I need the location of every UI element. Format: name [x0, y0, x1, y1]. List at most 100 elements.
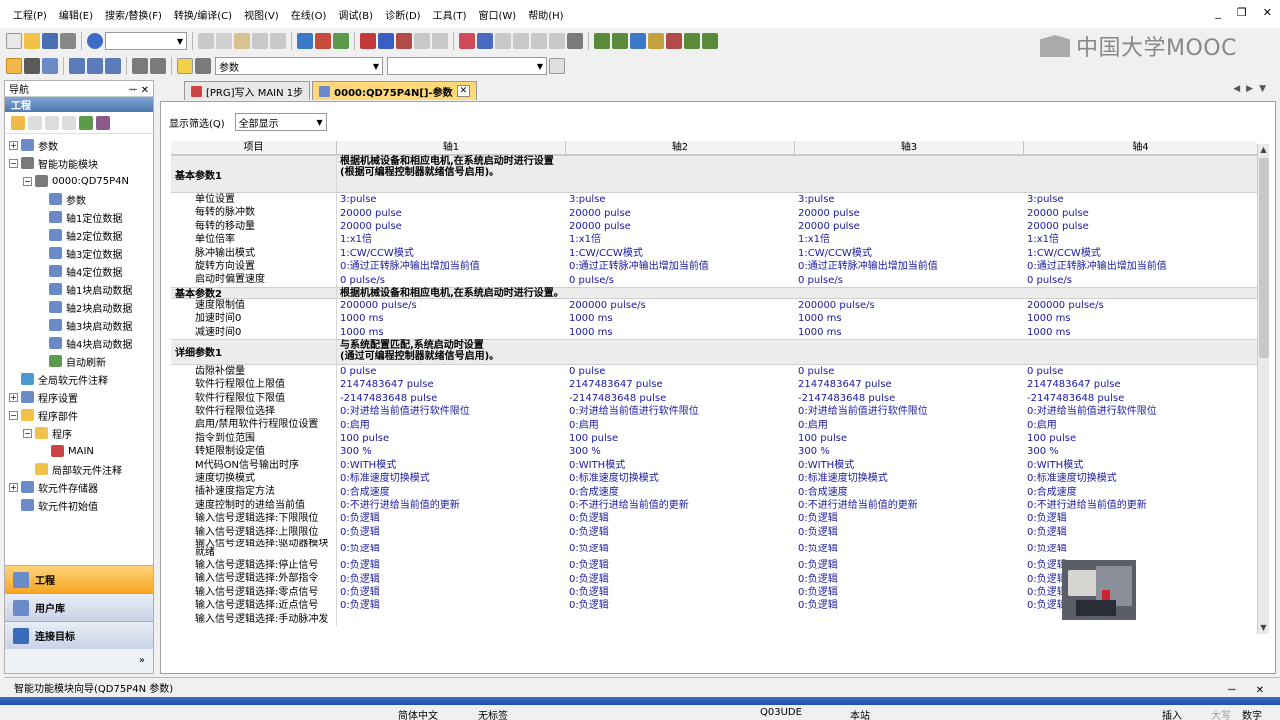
refresh-icon[interactable]: [79, 115, 93, 130]
axis4-value[interactable]: 0:负逻辑: [1024, 526, 1257, 539]
pin-close-icons[interactable]: ᅲ ✕: [128, 81, 149, 96]
axis3-value[interactable]: 20000 pulse: [795, 207, 1024, 220]
parameter-row[interactable]: 软件行程限位上限值 2147483647 pulse 2147483647 puls…: [171, 378, 1257, 392]
collapse-icon[interactable]: −: [9, 158, 18, 168]
menu-window[interactable]: 窗口(W): [474, 4, 522, 25]
axis2-value[interactable]: 0:负逻辑: [566, 586, 795, 599]
filter-select[interactable]: 全部显示 ▼: [234, 113, 327, 131]
open-icon[interactable]: [24, 33, 40, 49]
tree-item-main[interactable]: MAIN: [5, 442, 153, 460]
axis1-value[interactable]: 0:负逻辑: [337, 599, 566, 612]
axis3-value[interactable]: 1:CW/CCW模式: [795, 247, 1024, 260]
axis4-value[interactable]: 0:通过正转脉冲输出增加当前值: [1024, 260, 1257, 273]
axis1-value[interactable]: 1:x1倍: [337, 233, 566, 246]
axis1-value[interactable]: 200000 pulse/s: [337, 299, 566, 312]
axis4-value[interactable]: 0:负逻辑: [1024, 559, 1257, 572]
axis1-value[interactable]: 2147483647 pulse: [337, 378, 566, 391]
menu-view[interactable]: 视图(V): [239, 4, 284, 25]
axis3-value[interactable]: 3:pulse: [795, 193, 1024, 206]
parameter-row[interactable]: 转矩限制设定值 300 % 300 % 300 % 300 %: [171, 445, 1257, 459]
axis3-value[interactable]: 0:负逻辑: [795, 512, 1024, 525]
write-plc-icon[interactable]: [360, 33, 376, 49]
tree-item-device-memory[interactable]: + 软元件存储器: [5, 478, 153, 496]
axis3-value[interactable]: 20000 pulse: [795, 220, 1024, 233]
navigation-icon[interactable]: [6, 58, 22, 74]
parameter-row[interactable]: 脉冲输出模式 1:CW/CCW模式 1:CW/CCW模式 1:CW/CCW模式 1:CW…: [171, 246, 1257, 260]
axis2-value[interactable]: 1000 ms: [566, 312, 795, 325]
scroll-thumb[interactable]: [1259, 158, 1269, 358]
sort-icon[interactable]: [96, 115, 110, 130]
axis1-value[interactable]: 0:负逻辑: [337, 586, 566, 599]
find-icon[interactable]: [132, 58, 148, 74]
contact-icon[interactable]: [594, 33, 610, 49]
section-row[interactable]: 基本参数1 根据机械设备和相应电机,在系统启动时进行设置 (根据可编程控制器就绪信…: [171, 155, 1257, 193]
axis3-value[interactable]: 0:合成速度: [795, 486, 1024, 499]
axis2-value[interactable]: 0:标准速度切换模式: [566, 472, 795, 485]
collapse-icon[interactable]: −: [9, 410, 18, 420]
axis4-value[interactable]: 300 %: [1024, 445, 1257, 458]
axis2-value[interactable]: 0:负逻辑: [566, 544, 795, 553]
axis1-value[interactable]: 20000 pulse: [337, 207, 566, 220]
parameter-row[interactable]: 单位倍率 1:x1倍 1:x1倍 1:x1倍 1:x1倍: [171, 233, 1257, 247]
scroll-down-icon[interactable]: ▼: [1258, 622, 1269, 634]
sub-combo[interactable]: ▼: [387, 57, 547, 75]
tree-item-global-comment[interactable]: 全局软元件注释: [5, 370, 153, 388]
axis4-value[interactable]: 0:负逻辑: [1024, 573, 1257, 586]
axis1-value[interactable]: 300 %: [337, 445, 566, 458]
tree-item-axis4-positioning[interactable]: 轴4定位数据: [5, 262, 153, 280]
expand-more-icon[interactable]: »: [5, 649, 153, 673]
undo-icon[interactable]: [252, 33, 268, 49]
axis3-value[interactable]: 100 pulse: [795, 432, 1024, 445]
axis4-value[interactable]: 0:WITH模式: [1024, 459, 1257, 472]
axis4-value[interactable]: 0 pulse/s: [1024, 274, 1257, 287]
section-row[interactable]: 详细参数1 与系统配置匹配,系统启动时设置 (通过可编程控制器就绪信号启用)。: [171, 338, 1257, 365]
parameter-row[interactable]: 启动时偏置速度 0 pulse/s 0 pulse/s 0 pulse/s 0 puls…: [171, 273, 1257, 287]
axis2-value[interactable]: 1:CW/CCW模式: [566, 247, 795, 260]
axis1-value[interactable]: 1:CW/CCW模式: [337, 247, 566, 260]
axis2-value[interactable]: 0:负逻辑: [566, 573, 795, 586]
paste-icon[interactable]: [234, 33, 250, 49]
parameter-row[interactable]: 每转的移动量 20000 pulse 20000 pulse 20000 pulse 2…: [171, 219, 1257, 234]
tree-item-device-init[interactable]: 软元件初始值: [5, 496, 153, 514]
tree-item-auto-refresh[interactable]: 自动刷新: [5, 352, 153, 370]
axis4-value[interactable]: 0:标准速度切换模式: [1024, 472, 1257, 485]
axis1-value[interactable]: -2147483648 pulse: [337, 392, 566, 405]
axis1-value[interactable]: 0:通过正转脉冲输出增加当前值: [337, 260, 566, 273]
axis1-value[interactable]: 0 pulse/s: [337, 274, 566, 287]
tree-item-axis2-block-start[interactable]: 轴2块启动数据: [5, 298, 153, 316]
axis2-value[interactable]: 1000 ms: [566, 326, 795, 339]
axis4-value[interactable]: 100 pulse: [1024, 432, 1257, 445]
axis4-value[interactable]: 0 pulse: [1024, 365, 1257, 378]
tab-qd75-parameter[interactable]: 0000:QD75P4N[]-参数 ✕: [312, 81, 478, 100]
tree-item-axis4-block-start[interactable]: 轴4块启动数据: [5, 334, 153, 352]
parameter-row[interactable]: 每转的脉冲数 20000 pulse 20000 pulse 20000 pulse 2…: [171, 206, 1257, 220]
axis4-value[interactable]: 0:启用: [1024, 419, 1257, 432]
parameter-row[interactable]: M代码ON信号输出时序 0:WITH模式 0:WITH模式 0:WITH模式 0:WIT…: [171, 458, 1257, 473]
parameter-row[interactable]: 启用/禁用软件行程限位设置 0:启用 0:启用 0:启用 0:启用: [171, 418, 1257, 432]
axis4-value[interactable]: 0:不进行进给当前值的更新: [1024, 499, 1257, 512]
axis4-value[interactable]: 0:合成速度: [1024, 486, 1257, 499]
replace-icon[interactable]: [150, 58, 166, 74]
parameter-row[interactable]: 速度切换模式 0:标准速度切换模式 0:标准速度切换模式 0:标准速度切换模式 0:标准…: [171, 472, 1257, 486]
axis4-value[interactable]: 3:pulse: [1024, 193, 1257, 206]
axis4-value[interactable]: 1000 ms: [1024, 326, 1257, 339]
axis3-value[interactable]: 1000 ms: [795, 312, 1024, 325]
axis3-value[interactable]: 0:负逻辑: [795, 526, 1024, 539]
coil-icon[interactable]: [612, 33, 628, 49]
redo-icon[interactable]: [270, 33, 286, 49]
axis2-value[interactable]: 0:负逻辑: [566, 526, 795, 539]
axis1-value[interactable]: 1000 ms: [337, 312, 566, 325]
pause-icon[interactable]: [531, 33, 547, 49]
wizard-pin-close-icons[interactable]: ᅲ ✕: [1227, 681, 1272, 696]
device-batch-icon[interactable]: [87, 58, 103, 74]
menu-project[interactable]: 工程(P): [8, 4, 52, 25]
parameter-row[interactable]: 速度限制值 200000 pulse/s 200000 pulse/s 200000 …: [171, 298, 1257, 313]
axis4-value[interactable]: 1:x1倍: [1024, 233, 1257, 246]
minimize-icon[interactable]: _: [1215, 6, 1221, 19]
menu-find-replace[interactable]: 搜索/替换(F): [100, 4, 167, 25]
axis1-value[interactable]: 0 pulse: [337, 365, 566, 378]
axis1-value[interactable]: 0:对进给当前值进行软件限位: [337, 405, 566, 418]
parameter-row[interactable]: 指令到位范围 100 pulse 100 pulse 100 pulse 100 pul…: [171, 431, 1257, 446]
parameter-row[interactable]: 减速时间0 1000 ms 1000 ms 1000 ms 1000 ms: [171, 325, 1257, 339]
axis4-value[interactable]: 20000 pulse: [1024, 207, 1257, 220]
